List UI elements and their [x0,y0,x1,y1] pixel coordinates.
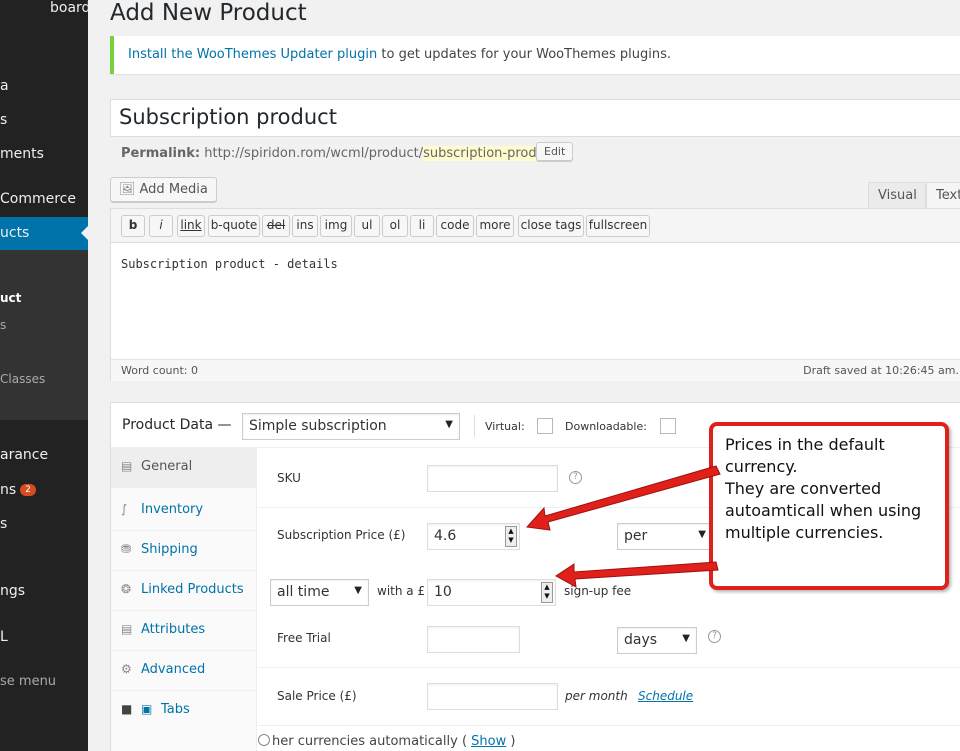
qt-italic-button[interactable]: i [149,215,173,237]
show-currencies-link[interactable]: Show [471,734,506,749]
plugins-update-badge: 2 [20,484,36,496]
signup-fee-label: sign-up fee [564,584,632,598]
post-title-input[interactable]: Subscription product [110,99,960,137]
qt-ins-button[interactable]: ins [292,215,318,237]
products-submenu [0,250,88,420]
qt-code-button[interactable]: code [436,215,474,237]
permalink-base: http://spiridon.rom/wcml/product/ [200,146,424,161]
media-icon: 🖼 [119,182,136,197]
trial-period-select[interactable]: days ▼ [617,627,697,654]
qt-close-tags-button[interactable]: close tags [518,215,584,237]
add-media-button[interactable]: 🖼 Add Media [110,177,217,202]
truck-icon: ⛃ [121,542,132,556]
billing-interval-select[interactable]: per ▼ [617,523,713,550]
tab-attributes[interactable]: ▤ Attributes [111,611,257,651]
downloadable-checkbox[interactable] [660,418,676,434]
tab-general[interactable]: ▤ General [111,448,257,488]
annotation-callout: Prices in the default currency. They are… [709,422,949,590]
chart-icon: ∫ [121,502,128,516]
help-icon[interactable]: ? [708,630,721,643]
virtual-checkbox[interactable] [537,418,553,434]
tab-tabs[interactable]: ■ ▣ Tabs [111,691,257,731]
editor-status-bar: Word count: 0 Draft saved at 10:26:45 am… [111,359,960,381]
with-a-label: with a £ [377,584,426,598]
updater-notice: Install the WooThemes Updater plugin to … [110,36,960,74]
word-count: Word count: 0 [121,364,199,377]
wrench-icon: ▤ [121,459,133,473]
free-trial-label: Free Trial [277,631,331,645]
auto-currencies-radio[interactable] [258,734,270,746]
notice-text: to get updates for your WooThemes plugin… [377,47,671,62]
folder-icon: ■ [121,702,133,716]
qt-link-button[interactable]: link [177,215,205,237]
annotation-text-2: They are converted autoamticall when usi… [725,479,922,542]
row-divider [258,725,960,726]
permalink: Permalink: http://spiridon.rom/wcml/prod… [121,146,561,161]
admin-sidebar: board a s ments Commerce ucts uct s Clas… [0,0,88,751]
draft-saved-status: Draft saved at 10:26:45 am. [803,364,959,377]
spinner-arrows-icon[interactable]: ▲ ▼ [505,526,517,547]
per-month-label: per month [565,689,628,703]
spinner-arrows-icon[interactable]: ▲ ▼ [541,582,553,603]
chevron-down-icon: ▼ [445,419,453,430]
qt-img-button[interactable]: img [320,215,352,237]
window-icon: ▣ [141,702,153,716]
content-editor: b i link b-quote del ins img ul ol li co… [110,208,960,381]
virtual-label: Virtual: [485,420,525,433]
subscription-price-input[interactable]: 4.6 ▲ ▼ [427,523,520,550]
chevron-down-icon: ▼ [354,585,362,596]
qt-ol-button[interactable]: ol [382,215,408,237]
schedule-link[interactable]: Schedule [638,689,693,703]
qt-bold-button[interactable]: b [121,215,145,237]
qt-ul-button[interactable]: ul [354,215,380,237]
tab-inventory[interactable]: ∫ Inventory [111,491,257,531]
sale-price-label: Sale Price (£) [277,689,357,703]
list-icon: ▤ [121,622,133,636]
permalink-label: Permalink: [121,146,201,161]
downloadable-label: Downloadable: [565,420,647,433]
header-divider [474,415,475,437]
qt-fullscreen-button[interactable]: fullscreen [586,215,650,237]
subscription-length-select[interactable]: all time ▼ [270,579,369,606]
sale-price-input[interactable] [427,683,558,710]
page-title: Add New Product [110,0,307,26]
help-icon[interactable]: ? [569,471,582,484]
subscription-price-label: Subscription Price (£) [277,528,406,542]
tab-shipping[interactable]: ⛃ Shipping [111,531,257,571]
tab-text[interactable]: Text [926,182,960,209]
qt-li-button[interactable]: li [410,215,434,237]
sku-input[interactable] [427,465,558,492]
quicktags-toolbar: b i link b-quote del ins img ul ol li co… [111,209,960,243]
chevron-down-icon: ▼ [698,529,706,540]
qt-del-button[interactable]: del [262,215,290,237]
product-data-tabs: ▤ General ∫ Inventory ⛃ Shipping ❂ Linked Pr… [111,448,257,751]
tab-linked-products[interactable]: ❂ Linked Products [111,571,257,611]
signup-fee-input[interactable]: 10 ▲ ▼ [427,579,556,606]
qt-bquote-button[interactable]: b-quote [208,215,260,237]
auto-currencies-row: her currencies automatically ( Show ) [258,734,558,749]
link-icon: ❂ [121,582,132,596]
install-updater-link[interactable]: Install the WooThemes Updater plugin [128,47,377,62]
edit-permalink-button[interactable]: Edit [536,142,574,161]
gear-icon: ⚙ [121,662,132,676]
tab-visual[interactable]: Visual [868,182,926,209]
tab-advanced[interactable]: ⚙ Advanced [111,651,257,691]
row-divider [258,667,960,668]
product-data-title: Product Data — [122,417,232,433]
product-type-select[interactable]: Simple subscription ▼ [242,413,460,440]
chevron-down-icon: ▼ [682,633,690,644]
annotation-text-1: Prices in the default currency. [725,435,885,476]
free-trial-input[interactable] [427,626,520,653]
editor-content[interactable]: Subscription product - details [121,257,338,271]
sku-label: SKU [277,471,301,485]
qt-more-button[interactable]: more [476,215,514,237]
